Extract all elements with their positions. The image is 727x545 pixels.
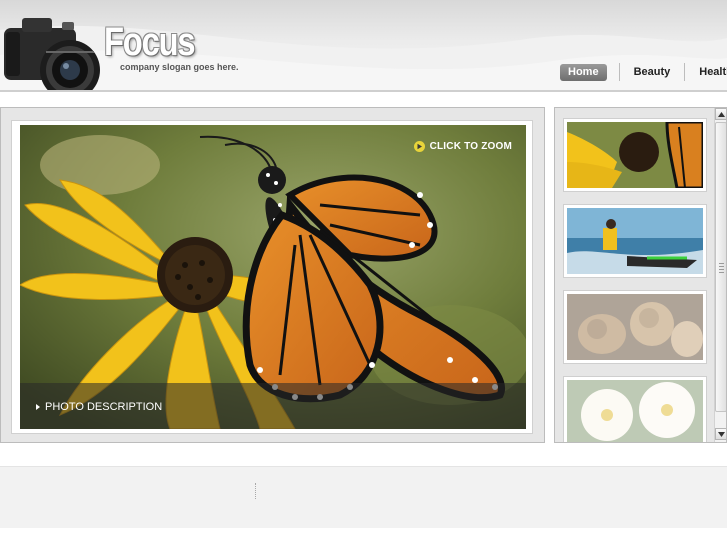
photo-viewer: CLICK TO ZOOM PHOTO DESCRIPTION	[0, 107, 545, 443]
triangle-right-icon	[36, 404, 40, 410]
click-to-zoom-button[interactable]: CLICK TO ZOOM	[413, 141, 512, 152]
grip-icon	[719, 263, 724, 275]
brand-title: Focus	[104, 20, 196, 64]
nav-item-beauty[interactable]: Beauty	[626, 64, 679, 81]
footer	[0, 466, 727, 528]
nav-item-home[interactable]: Home	[560, 63, 607, 81]
footer-divider	[255, 483, 256, 499]
chevron-up-icon[interactable]	[715, 108, 726, 120]
photo-description-label: PHOTO DESCRIPTION	[45, 401, 163, 413]
zoom-icon	[413, 141, 425, 152]
thumbnail-butterfly[interactable]	[563, 118, 707, 192]
nav-separator	[618, 63, 620, 81]
thumbnail-butterfly-image	[567, 122, 703, 188]
zoom-label: CLICK TO ZOOM	[429, 141, 512, 152]
header-border	[0, 90, 727, 92]
thumbnail-white-flowers-image	[567, 380, 703, 442]
header: Focus company slogan goes here. Home Bea…	[0, 0, 727, 92]
photo-description[interactable]: PHOTO DESCRIPTION	[36, 401, 162, 413]
thumbnail-scrollbar[interactable]	[714, 108, 726, 442]
main-photo[interactable]: CLICK TO ZOOM PHOTO DESCRIPTION	[20, 125, 526, 429]
camera-logo-icon	[4, 18, 100, 92]
thumbnail-jetski[interactable]	[563, 204, 707, 278]
photo-description-bar: PHOTO DESCRIPTION	[20, 383, 526, 429]
thumbnail-jetski-image	[567, 208, 703, 274]
nav-separator	[684, 63, 686, 81]
nav-item-health[interactable]: Health	[691, 64, 727, 81]
chevron-down-icon[interactable]	[715, 428, 726, 440]
scrollbar-thumb[interactable]	[715, 122, 726, 412]
brand-slogan: company slogan goes here.	[120, 62, 239, 72]
thumbnail-lions-image	[567, 294, 703, 360]
thumbnail-panel	[554, 107, 727, 443]
main-nav: Home Beauty Health	[558, 63, 727, 81]
thumbnail-white-flowers[interactable]	[563, 376, 707, 442]
photo-frame: CLICK TO ZOOM PHOTO DESCRIPTION	[11, 120, 533, 434]
thumbnail-lions[interactable]	[563, 290, 707, 364]
